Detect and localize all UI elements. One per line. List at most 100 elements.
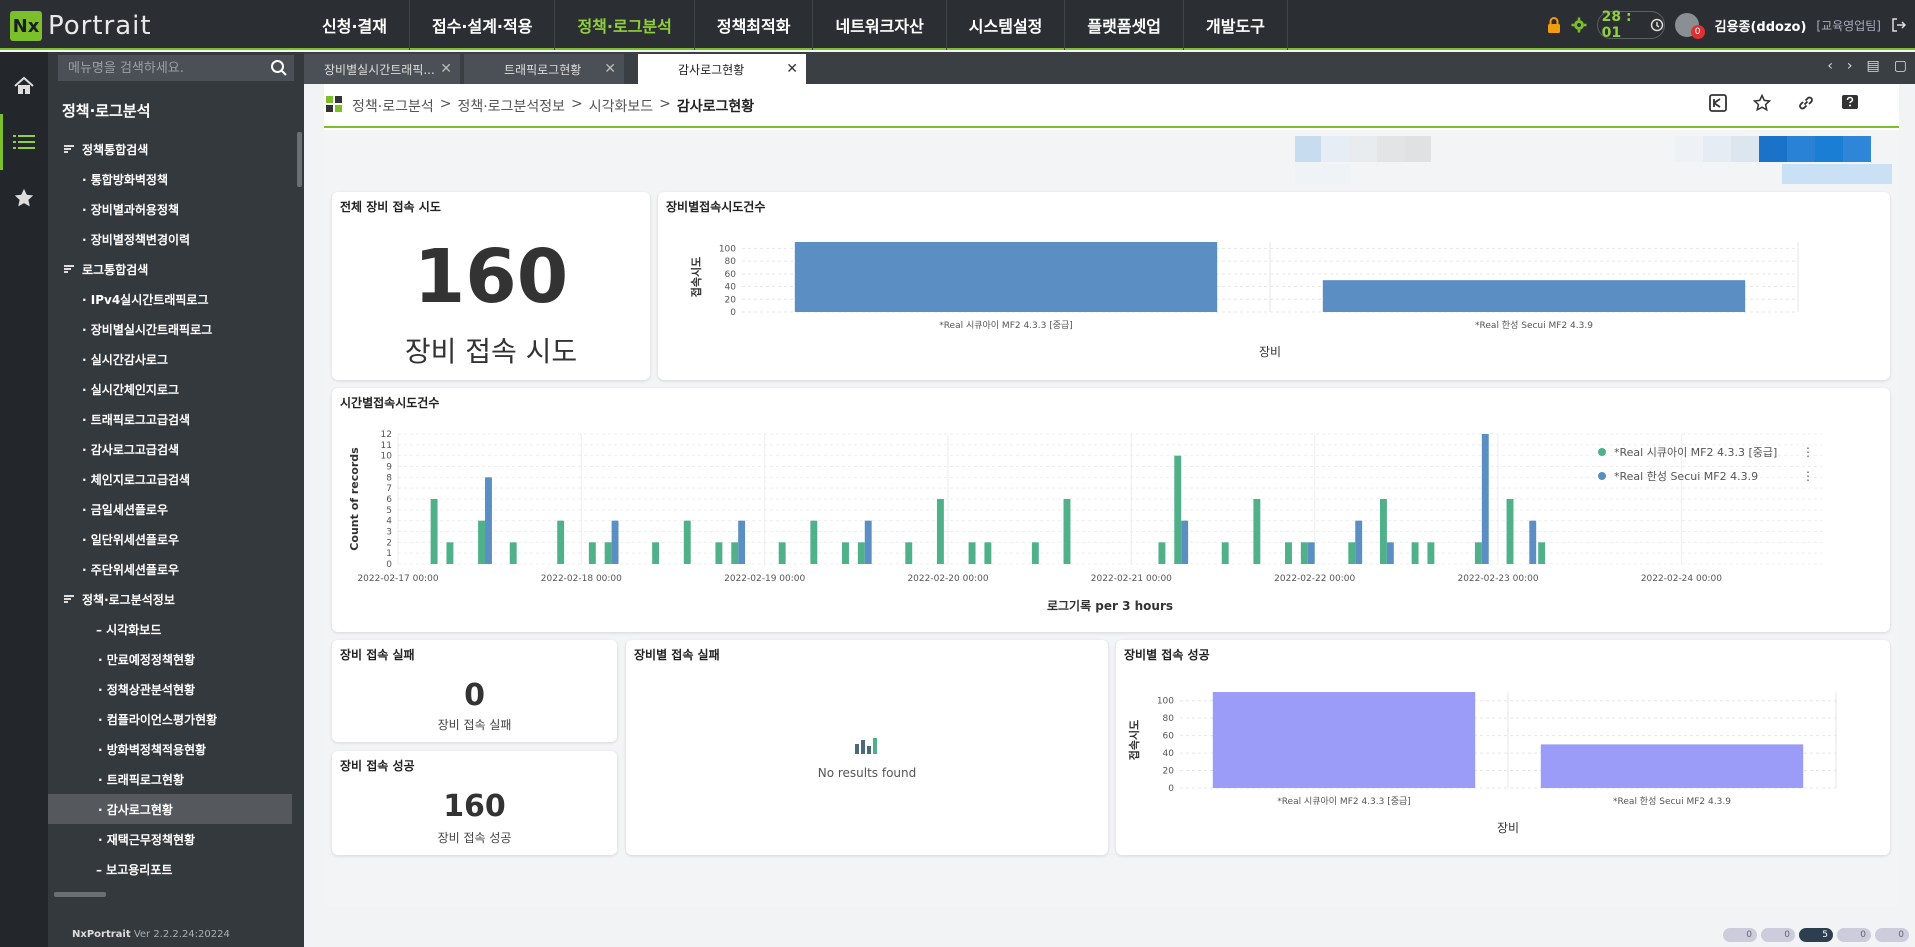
sidebar-menu-item[interactable]: · 트래픽로그고급검색 bbox=[48, 404, 304, 434]
sidebar-menu-label: · 실시간체인지로그 bbox=[82, 382, 180, 397]
export-icon[interactable] bbox=[1709, 94, 1727, 112]
sidebar-menu-item[interactable]: · 컴플라이언스평가현황 bbox=[48, 704, 304, 734]
logout-icon[interactable] bbox=[1891, 17, 1907, 33]
app-logo[interactable]: Nx Portrait bbox=[10, 10, 152, 42]
nav-item[interactable]: 접수·설계·적용 bbox=[410, 0, 556, 50]
y-tick-label: 0 bbox=[1168, 784, 1174, 794]
tab-prev-icon[interactable]: ‹ bbox=[1827, 58, 1833, 74]
sidebar-menu-item[interactable]: · 통합방화벽정책 bbox=[48, 164, 304, 194]
sidebar: 정책·로그분석 정책통합검색 · 통합방화벽정책 · 장비별과허용정책 · 장비별정책… bbox=[48, 52, 304, 947]
tab-label: 감사로그현황 bbox=[678, 62, 745, 77]
bookmark-star-icon[interactable] bbox=[1753, 94, 1771, 112]
nav-item[interactable]: 개발도구 bbox=[1184, 0, 1288, 50]
sidebar-menu-label: – 시각화보드 bbox=[96, 622, 162, 637]
version-product: NxPortrait bbox=[72, 929, 131, 940]
rail-favorites[interactable] bbox=[0, 170, 48, 226]
metric-label: 장비 접속 성공 bbox=[437, 831, 512, 845]
panel-title: 장비 접속 실패 bbox=[340, 648, 415, 662]
y-tick-label: 9 bbox=[386, 463, 392, 473]
sidebar-menu-label: · 만료예정정책현황 bbox=[98, 652, 196, 667]
sidebar-menu-item[interactable]: 정책통합검색 bbox=[48, 134, 304, 164]
tab-window-icon[interactable]: ▢ bbox=[1894, 58, 1907, 74]
y-tick-label: 8 bbox=[386, 473, 392, 483]
sidebar-menu-item[interactable]: · 감사로그고급검색 bbox=[48, 434, 304, 464]
user-name[interactable]: 김용종(ddozo) bbox=[1715, 16, 1807, 35]
close-icon[interactable]: ✕ bbox=[440, 61, 452, 77]
nav-item[interactable]: 신청·결재 bbox=[300, 0, 410, 50]
tab-next-icon[interactable]: › bbox=[1847, 58, 1853, 74]
sidebar-menu-item[interactable]: 로그통합검색 bbox=[48, 254, 304, 284]
sidebar-hscrollbar[interactable] bbox=[54, 892, 106, 897]
search-icon[interactable] bbox=[270, 59, 288, 80]
bar bbox=[1212, 692, 1476, 788]
status-bar: 00500 bbox=[304, 922, 1915, 947]
bar bbox=[1348, 542, 1356, 564]
status-pill[interactable]: 5 bbox=[1799, 928, 1833, 942]
sidebar-menu-item[interactable]: · IPv4실시간트래픽로그 bbox=[48, 284, 304, 314]
menu-search-input[interactable] bbox=[58, 60, 258, 76]
y-tick-label: 20 bbox=[1163, 767, 1175, 777]
sidebar-menu-item[interactable]: 정책·로그분석정보 bbox=[48, 584, 304, 614]
close-icon[interactable]: ✕ bbox=[786, 61, 798, 77]
sidebar-menu-item[interactable]: – 시각화보드 bbox=[48, 614, 304, 644]
sidebar-menu-item[interactable]: · 체인지로그고급검색 bbox=[48, 464, 304, 494]
sidebar-menu-item[interactable]: · 장비별과허용정책 bbox=[48, 194, 304, 224]
collapse-icon bbox=[64, 595, 74, 603]
sidebar-menu-item[interactable]: · 금일세션플로우 bbox=[48, 494, 304, 524]
breadcrumb-item[interactable]: 시각화보드 bbox=[589, 96, 653, 116]
avatar[interactable]: 0 bbox=[1674, 13, 1705, 39]
sidebar-menu-item[interactable]: · 방화벽정책적용현황 bbox=[48, 734, 304, 764]
tab-traffic-log[interactable]: 트래픽로그현황 ✕ bbox=[464, 54, 624, 84]
sidebar-menu-label: · IPv4실시간트래픽로그 bbox=[82, 292, 209, 307]
status-pill[interactable]: 0 bbox=[1761, 928, 1795, 942]
sidebar-menu-item[interactable]: – 보고용리포트 bbox=[48, 854, 304, 884]
help-icon[interactable] bbox=[1841, 94, 1859, 112]
nav-item[interactable]: 네트워크자산 bbox=[813, 0, 947, 50]
sidebar-menu-item[interactable]: · 장비별정책변경이력 bbox=[48, 224, 304, 254]
nav-item[interactable]: 정책·로그분석 bbox=[555, 0, 695, 50]
rail-menu[interactable] bbox=[0, 114, 48, 170]
bar bbox=[738, 520, 746, 564]
sidebar-menu-item[interactable]: · 일단위세션플로우 bbox=[48, 524, 304, 554]
bar bbox=[485, 477, 492, 564]
sidebar-menu-label: · 감사로그고급검색 bbox=[82, 442, 180, 457]
panel-title: 장비별 접속 실패 bbox=[634, 648, 720, 662]
sidebar-menu-item[interactable]: · 장비별실시간트래픽로그 bbox=[48, 314, 304, 344]
sidebar-menu-item[interactable]: · 감사로그현황 bbox=[48, 794, 292, 824]
lock-icon[interactable] bbox=[1547, 17, 1561, 33]
session-timer[interactable]: 28 : 01 bbox=[1596, 9, 1665, 41]
sidebar-scrollbar[interactable] bbox=[297, 132, 302, 187]
sidebar-menu-item[interactable]: · 실시간감사로그 bbox=[48, 344, 304, 374]
nav-item[interactable]: 정책최적화 bbox=[695, 0, 814, 50]
sidebar-menu-item[interactable]: · 만료예정정책현황 bbox=[48, 644, 304, 674]
tab-label: 장비별실시간트래픽... bbox=[324, 62, 435, 77]
close-icon[interactable]: ✕ bbox=[604, 61, 616, 77]
breadcrumb-item[interactable]: 정책·로그분석정보 bbox=[457, 96, 565, 116]
link-icon[interactable] bbox=[1797, 94, 1815, 112]
sidebar-menu-item[interactable]: · 실시간체인지로그 bbox=[48, 374, 304, 404]
history-icon[interactable] bbox=[1650, 18, 1664, 32]
status-pills: 00500 bbox=[1723, 928, 1909, 942]
breadcrumb-item[interactable]: 정책·로그분석 bbox=[352, 96, 434, 116]
panel-hourly-attempts: 시간별접속시도건수 0 1 2 3 4 5 6 7 8 9 10 11 12 2022-02-17 00:… bbox=[332, 388, 1890, 632]
y-tick-label: 1 bbox=[386, 549, 392, 559]
sidebar-menu-item[interactable]: · 주단위세션플로우 bbox=[48, 554, 304, 584]
tab-list-icon[interactable]: ▤ bbox=[1867, 58, 1880, 74]
bar bbox=[1474, 542, 1482, 564]
sidebar-menu-item[interactable]: · 트래픽로그현황 bbox=[48, 764, 304, 794]
status-pill[interactable]: 0 bbox=[1875, 928, 1909, 942]
rail-home[interactable] bbox=[0, 58, 48, 114]
nav-item[interactable]: 플랫폼셋업 bbox=[1065, 0, 1185, 50]
more-icon: ⋮ bbox=[1802, 445, 1814, 459]
bar bbox=[1063, 499, 1071, 564]
tab-device-realtime-traffic[interactable]: 장비별실시간트래픽... ✕ bbox=[304, 54, 460, 84]
sidebar-menu-item[interactable]: · 정책상관분석현황 bbox=[48, 674, 304, 704]
tab-audit-log[interactable]: 감사로그현황 ✕ bbox=[638, 54, 806, 84]
sidebar-menu-item[interactable]: · 재택근무정책현황 bbox=[48, 824, 304, 854]
x-tick-label: 2022-02-22 00:00 bbox=[1274, 574, 1355, 584]
bar bbox=[1158, 542, 1166, 564]
status-pill[interactable]: 0 bbox=[1723, 928, 1757, 942]
nav-item[interactable]: 시스템설정 bbox=[947, 0, 1066, 50]
gear-icon[interactable] bbox=[1571, 17, 1587, 33]
status-pill[interactable]: 0 bbox=[1837, 928, 1871, 942]
